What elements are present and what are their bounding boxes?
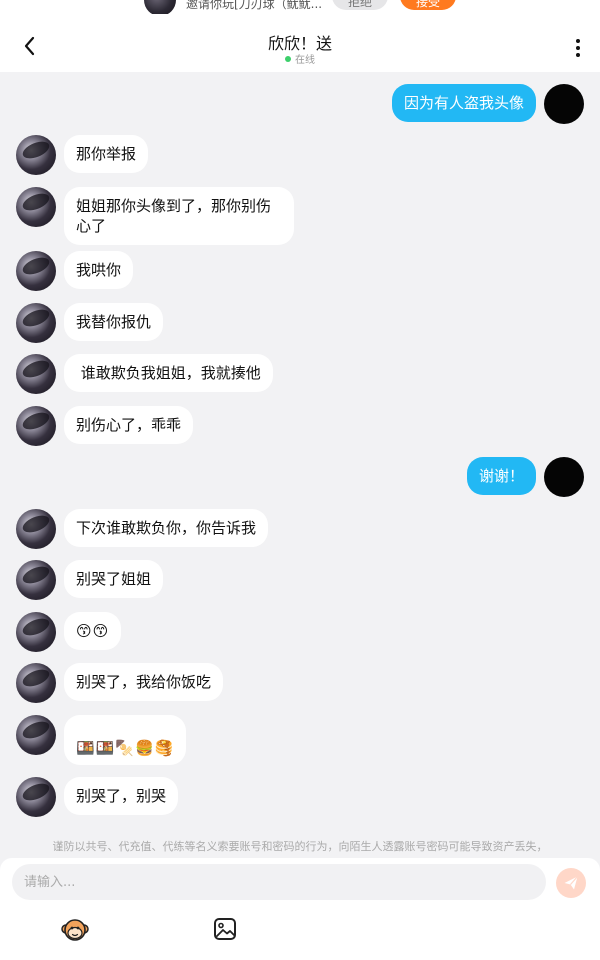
received-message-bubble[interactable]: 谁敢欺负我姐姐，我就揍他 <box>64 354 273 392</box>
my-avatar[interactable] <box>544 457 584 497</box>
more-options-button[interactable] <box>570 38 586 58</box>
contact-avatar[interactable] <box>16 509 56 549</box>
game-invite-banner: 邀请你玩[刀刃球（鱿鱿... 拒绝 接受 <box>0 0 600 14</box>
more-vertical-icon <box>576 39 580 57</box>
online-status: 在线 <box>0 51 600 66</box>
image-icon <box>214 918 236 940</box>
emoji-button[interactable] <box>61 916 89 942</box>
chat-header: 欣欣！送 在线 <box>0 14 600 72</box>
received-message-bubble[interactable]: 姐姐那你头像到了，那你别伤 心了 <box>64 187 294 245</box>
contact-avatar[interactable] <box>16 187 56 227</box>
contact-avatar[interactable] <box>16 777 56 817</box>
my-avatar[interactable] <box>544 84 584 124</box>
send-button[interactable] <box>556 868 586 898</box>
received-emoji-bubble[interactable]: 🍱🍱🍢🍔🥞 <box>64 715 187 765</box>
monkey-face-icon <box>61 919 89 941</box>
received-message-bubble[interactable]: 别哭了姐姐 <box>64 560 164 598</box>
received-message-bubble[interactable]: 我替你报仇 <box>64 303 164 341</box>
received-message-bubble[interactable]: 别伤心了，乖乖 <box>64 406 194 444</box>
online-dot-icon <box>285 56 291 62</box>
received-message-bubble[interactable]: 下次谁敢欺负你，你告诉我 <box>64 509 269 547</box>
contact-avatar[interactable] <box>16 354 56 394</box>
sent-message-bubble[interactable]: 因为有人盗我头像 <box>391 84 536 122</box>
contact-avatar[interactable] <box>16 560 56 600</box>
contact-avatar[interactable] <box>16 303 56 343</box>
security-disclaimer: 谨防以共号、代充值、代练等名义索要账号和密码的行为，向陌生人透露账号密码可能导致… <box>52 840 548 853</box>
image-picker-button[interactable] <box>212 916 238 942</box>
message-text-line: 姐姐那你头像到了，那你别伤 <box>76 197 272 215</box>
send-icon <box>564 876 578 890</box>
invite-text: 邀请你玩[刀刃球（鱿鱿... <box>186 0 323 11</box>
contact-avatar[interactable] <box>16 715 56 755</box>
decline-invite-button[interactable]: 拒绝 <box>332 0 388 10</box>
contact-avatar[interactable] <box>16 612 56 652</box>
online-status-label: 在线 <box>295 55 315 66</box>
message-input[interactable] <box>12 864 546 900</box>
received-message-bubble[interactable]: 我哄你 <box>64 251 134 289</box>
composer <box>0 858 600 960</box>
received-emoji-bubble[interactable]: 😙😙 <box>64 612 122 650</box>
message-text-line: 心了 <box>76 217 107 235</box>
received-message-bubble[interactable]: 那你举报 <box>64 135 149 173</box>
contact-avatar[interactable] <box>16 663 56 703</box>
message-list[interactable]: 因为有人盗我头像 那你举报 姐姐那你头像到了，那你别伤 心了 我哄你 我替你报仇… <box>0 72 600 858</box>
received-message-bubble[interactable]: 别哭了，我给你饭吃 <box>64 663 224 701</box>
received-message-bubble[interactable]: 别哭了，别哭 <box>64 777 179 815</box>
sent-message-bubble[interactable]: 谢谢！ <box>466 457 536 495</box>
contact-avatar[interactable] <box>16 135 56 175</box>
inviter-avatar <box>144 0 176 14</box>
contact-avatar[interactable] <box>16 251 56 291</box>
accept-invite-button[interactable]: 接受 <box>400 0 456 10</box>
contact-avatar[interactable] <box>16 406 56 446</box>
